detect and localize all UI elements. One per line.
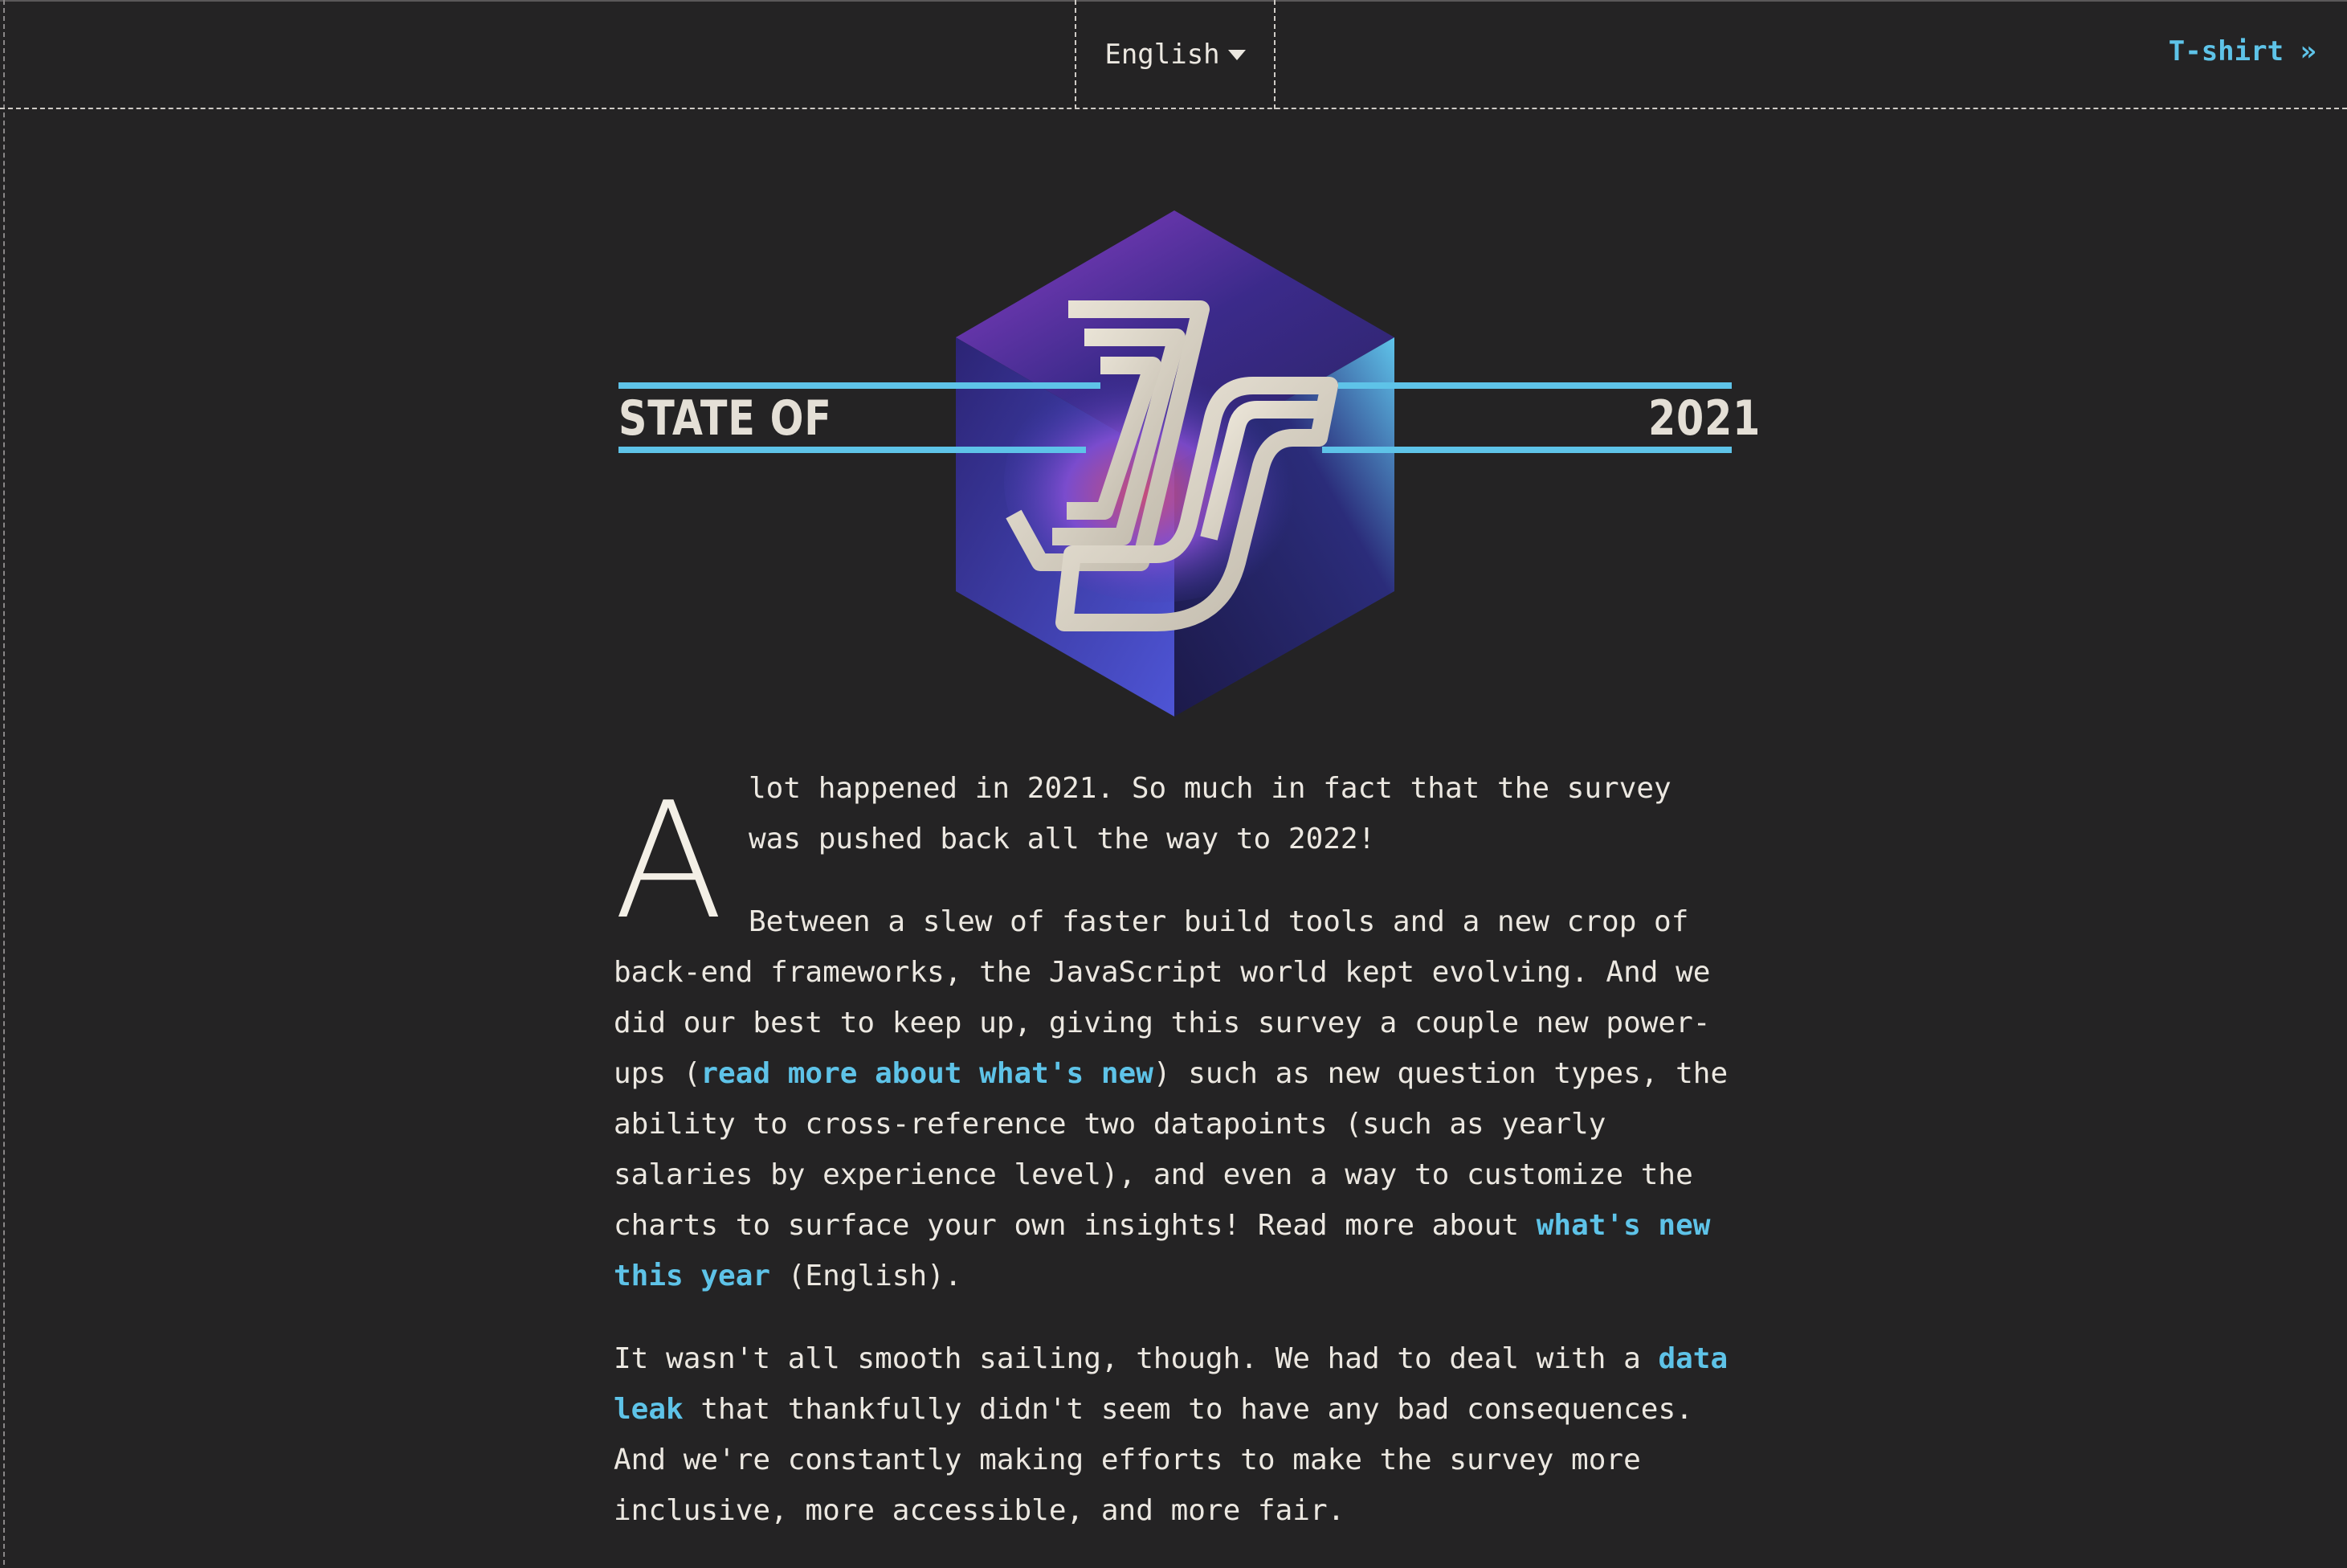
drop-cap: A (614, 768, 724, 955)
whats-new-link[interactable]: read more about what's new (700, 1057, 1153, 1090)
intro-p3-text-a: It wasn't all smooth sailing, though. We… (614, 1342, 1659, 1375)
intro-p1-text: lot happened in 2021. So much in fact th… (749, 772, 1671, 855)
logo-graphic (618, 210, 1732, 717)
logo-state-of: STATE OF (618, 390, 832, 447)
logo-year: 2021 (1648, 390, 1761, 447)
intro-p2-text-c: (English). (770, 1260, 962, 1292)
intro-text: A lot happened in 2021. So much in fact … (614, 763, 1738, 1568)
state-of-js-logo: STATE OF 2021 (0, 0, 2347, 742)
intro-paragraph-1: A lot happened in 2021. So much in fact … (614, 763, 1738, 942)
logo-line-left-bottom (618, 447, 1086, 453)
intro-paragraph-3: It wasn't all smooth sailing, though. We… (614, 1333, 1738, 1536)
intro-paragraph-2: Between a slew of faster build tools and… (614, 896, 1738, 1301)
logo-line-left-top (618, 382, 1100, 389)
logo-line-right-top (1338, 382, 1732, 389)
intro-p3-text-b: that thankfully didn't seem to have any … (614, 1393, 1693, 1527)
logo-line-right-bottom (1322, 447, 1732, 453)
